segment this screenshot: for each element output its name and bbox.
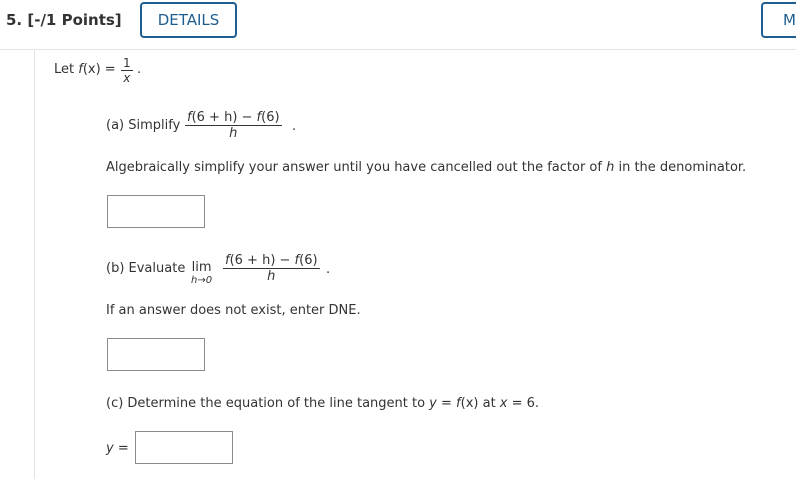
part-b-note: If an answer does not exist, enter DNE.: [106, 303, 361, 318]
details-button[interactable]: DETAILS: [140, 2, 237, 38]
left-divider: [34, 50, 35, 479]
question-header: 5. [-/1 Points] DETAILS MY: [0, 0, 796, 50]
part-c-answer-input[interactable]: [135, 431, 233, 464]
question-title: 5. [-/1 Points]: [6, 11, 122, 29]
question-points: [-/1 Points]: [27, 11, 122, 29]
part-b-answer-input[interactable]: [107, 338, 205, 371]
part-a-period: .: [292, 119, 297, 134]
intro-fraction: 1 x: [121, 56, 133, 85]
intro-period: .: [137, 62, 142, 77]
part-b-fraction: f(6 + h) − f(6) h: [223, 253, 320, 284]
limit-operator: lim h→0: [191, 261, 212, 287]
my-notes-button[interactable]: MY: [761, 2, 796, 38]
intro-text: Let f(x) =: [54, 62, 116, 77]
part-a-label: (a) Simplify: [106, 118, 181, 133]
part-b-period: .: [326, 262, 331, 277]
part-a-answer-input[interactable]: [107, 195, 205, 228]
part-c-question: (c) Determine the equation of the line t…: [106, 396, 540, 411]
part-a-instruction: Algebraically simplify your answer until…: [106, 160, 747, 175]
limit-word: lim: [191, 260, 212, 275]
part-a-fraction: f(6 + h) − f(6) h: [185, 110, 282, 141]
part-b-label: (b) Evaluate: [106, 261, 186, 276]
limit-subscript: h→0: [191, 275, 213, 286]
part-c-answer-prefix: y =: [106, 441, 129, 456]
question-number: 5.: [6, 11, 23, 29]
